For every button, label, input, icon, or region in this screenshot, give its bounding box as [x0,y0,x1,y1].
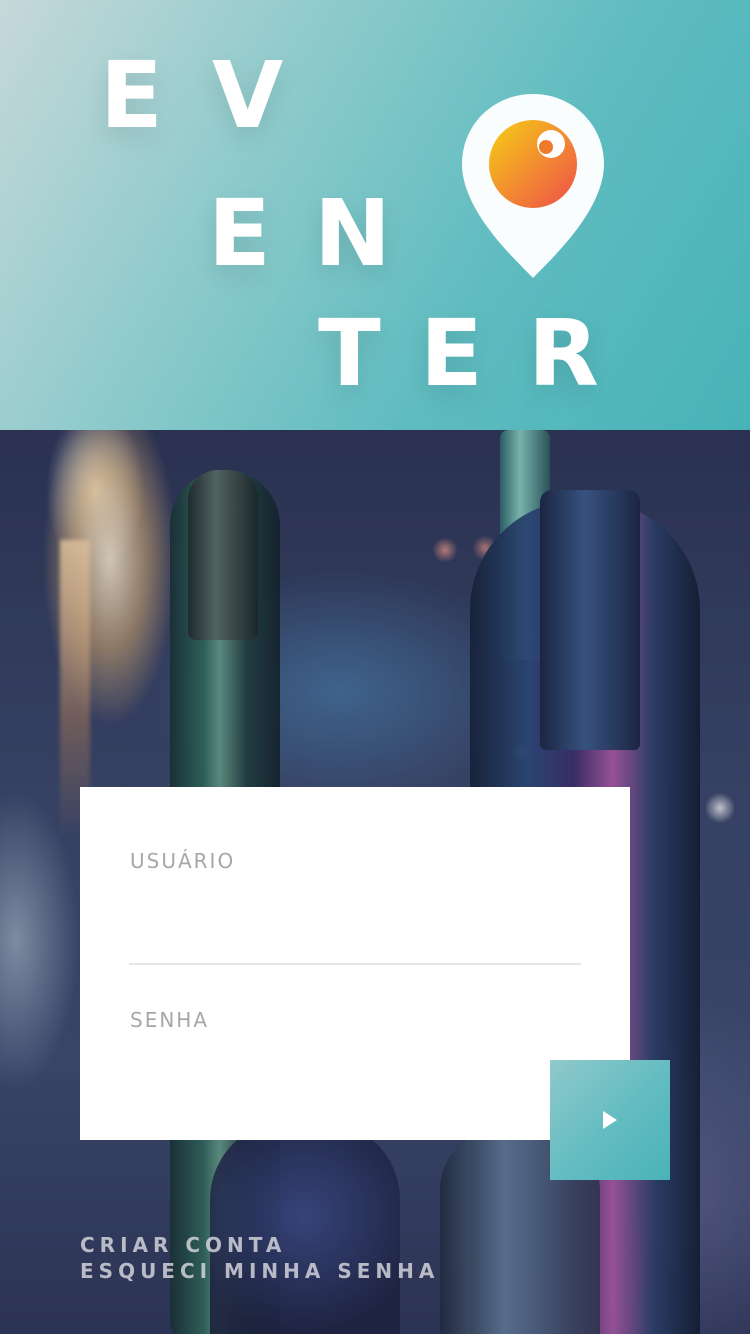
app-header: E V E N T E R [0,0,750,430]
username-label: USUÁRIO [130,849,236,873]
login-card: USUÁRIO SENHA [80,787,630,1140]
location-pin-logo-icon [462,94,604,278]
create-account-link[interactable]: CRIAR CONTA [80,1232,439,1258]
login-submit-button[interactable] [550,1060,670,1180]
field-divider [129,963,581,965]
play-arrow-icon [603,1111,617,1129]
logo-letter-e1: E [100,42,163,149]
logo-letter-e3: E [420,300,483,407]
password-input[interactable] [130,1047,584,1089]
logo-letter-e2: E [208,180,271,287]
logo-letter-r: R [528,300,599,407]
password-label: SENHA [130,1008,210,1032]
forgot-password-link[interactable]: ESQUECI MINHA SENHA [80,1258,439,1284]
logo-letter-v: V [212,42,284,149]
logo-letter-t: T [318,300,381,407]
username-input[interactable] [130,887,584,929]
auth-links: CRIAR CONTA ESQUECI MINHA SENHA [80,1232,439,1284]
logo-letter-n: N [314,180,391,287]
